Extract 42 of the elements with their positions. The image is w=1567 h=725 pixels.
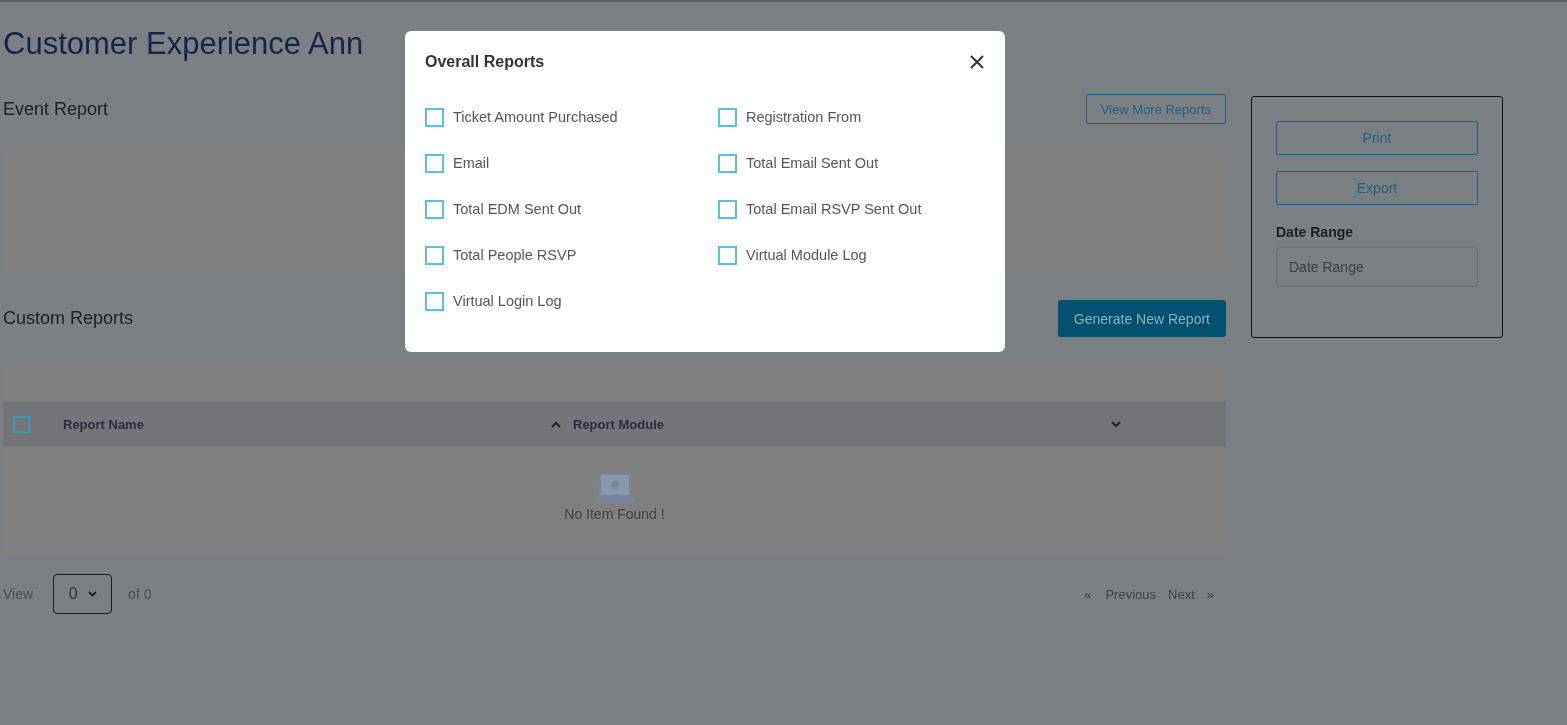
checkbox[interactable] xyxy=(718,199,737,219)
checkbox[interactable] xyxy=(425,199,444,219)
checkbox[interactable] xyxy=(425,153,444,173)
empty-laptop-icon xyxy=(594,472,635,504)
column-header[interactable]: Report Name xyxy=(63,416,551,432)
previous-arrow[interactable]: « xyxy=(1084,586,1092,602)
chevron-down-icon[interactable] xyxy=(1111,420,1121,428)
option-label: Ticket Amount Purchased xyxy=(453,109,618,125)
option-label: Total People RSVP xyxy=(453,247,577,263)
previous-link[interactable]: Previous xyxy=(1105,586,1157,602)
export-button[interactable]: Export xyxy=(1276,171,1478,205)
empty-message: No Item Found ! xyxy=(564,506,665,522)
option-label: Virtual Module Log xyxy=(746,247,867,263)
checkbox[interactable] xyxy=(718,153,737,173)
page-title: Customer Experience Ann xyxy=(3,25,364,63)
section-heading: Custom Reports xyxy=(3,308,134,329)
generate-report-button[interactable]: Generate New Report xyxy=(1057,300,1226,337)
sort-up-icon[interactable] xyxy=(551,420,561,428)
checkbox[interactable] xyxy=(425,245,444,265)
option-label: Total Email RSVP Sent Out xyxy=(746,201,922,217)
checkbox[interactable] xyxy=(425,291,444,311)
field-label: Date Range xyxy=(1276,224,1355,240)
print-button[interactable]: Print xyxy=(1276,121,1478,155)
next-link[interactable]: Next xyxy=(1168,586,1195,602)
section-heading: Event Report xyxy=(3,98,109,120)
dialog-title: Overall Reports xyxy=(425,53,545,71)
next-arrow[interactable]: » xyxy=(1206,586,1214,602)
option-label: Email xyxy=(453,155,490,171)
checkbox[interactable] xyxy=(718,107,737,127)
option-label: Virtual Login Log xyxy=(453,293,562,309)
checkbox[interactable] xyxy=(718,245,737,265)
option-label: Total EDM Sent Out xyxy=(453,201,582,217)
checkbox[interactable] xyxy=(425,107,444,127)
select-all-checkbox[interactable] xyxy=(13,415,30,433)
page-size-select[interactable]: 0 xyxy=(53,574,113,614)
view-more-reports-button[interactable]: View More Reports xyxy=(1085,94,1226,124)
close-icon[interactable] xyxy=(969,54,985,70)
column-header[interactable]: Report Module xyxy=(573,416,1111,432)
chevron-down-icon[interactable] xyxy=(87,591,97,597)
date-range-field[interactable]: Date Range xyxy=(1276,247,1478,287)
option-label: Registration From xyxy=(746,109,862,125)
option-label: Total Email Sent Out xyxy=(746,155,879,171)
